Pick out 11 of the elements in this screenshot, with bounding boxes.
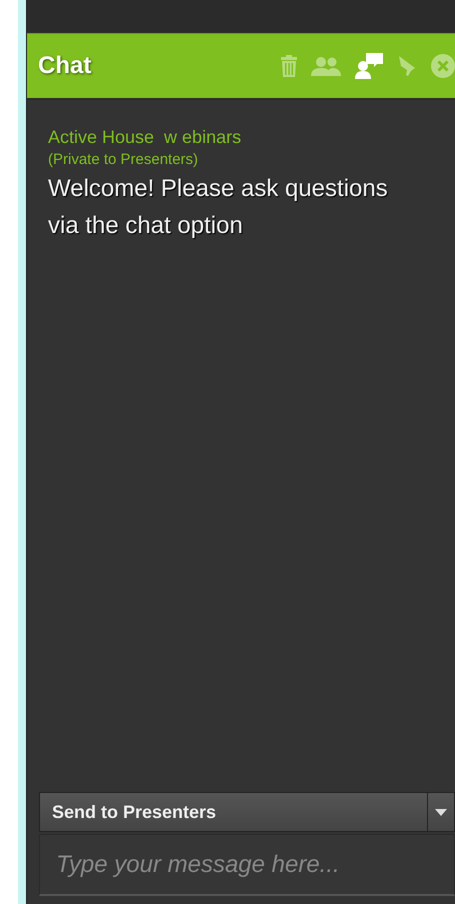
message-text: Welcome! Please ask questions via the chat option xyxy=(48,174,389,241)
caret-icon xyxy=(435,808,447,816)
message-input[interactable]: Type your message here... xyxy=(39,834,455,896)
message-audience: (Private to Presenters) xyxy=(48,150,200,170)
chat-button[interactable] xyxy=(355,53,383,79)
close-button[interactable] xyxy=(431,54,455,78)
trash-button[interactable] xyxy=(281,55,297,77)
recipient-dropdown[interactable]: Send to Presenters xyxy=(39,792,455,832)
panel-title: Chat xyxy=(38,52,92,80)
people-button[interactable] xyxy=(311,56,341,76)
message-sender: Active House w ebinars xyxy=(48,126,242,149)
